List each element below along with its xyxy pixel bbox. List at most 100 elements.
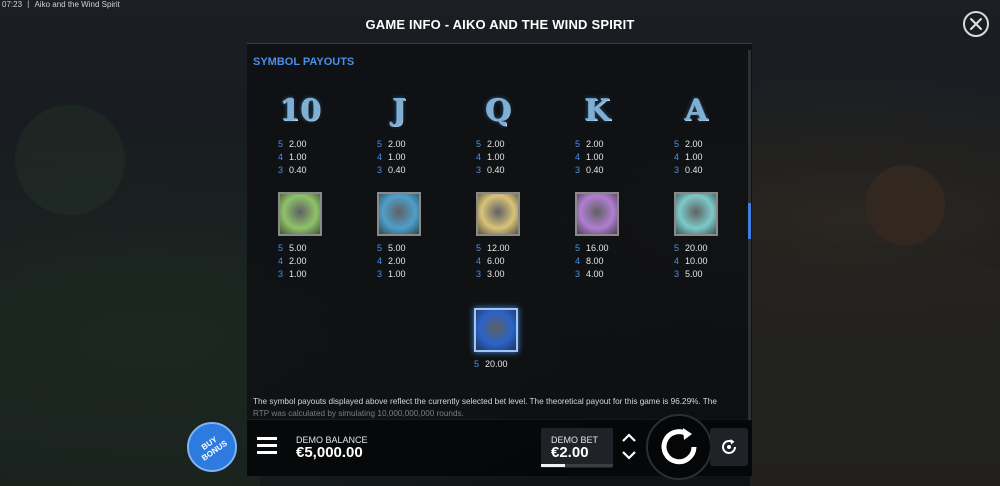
close-icon	[970, 18, 982, 30]
payout-value: 5.00	[289, 243, 307, 253]
symbol-bird: 5 20.00 4 10.00 3 5.00	[674, 192, 734, 281]
fox-icon	[476, 192, 520, 236]
payout-value: 4.00	[586, 269, 604, 279]
payout-count: 5	[377, 243, 383, 253]
payout-value: 20.00	[685, 243, 708, 253]
payout-row: 3 1.00	[278, 268, 338, 281]
payout-count: 4	[278, 152, 284, 162]
bet-value: €2.00	[551, 444, 589, 461]
payout-value: 1.00	[289, 152, 307, 162]
payout-count: 5	[476, 243, 482, 253]
payout-row: 5 5.00	[278, 242, 338, 255]
payout-list: 5 2.00 4 1.00 3 0.40	[575, 138, 635, 177]
payout-count: 4	[674, 256, 680, 266]
payout-list: 5 2.00 4 1.00 3 0.40	[674, 138, 734, 177]
payout-count: 5	[377, 139, 383, 149]
payout-row: 4 6.00	[476, 255, 536, 268]
payout-value: 1.00	[388, 152, 406, 162]
payout-count: 4	[377, 256, 383, 266]
symbol-wind-spirit: 5 20.00	[474, 308, 534, 371]
payout-value: 2.00	[685, 139, 703, 149]
payout-row: 4 1.00	[476, 151, 536, 164]
bet-decrease-button[interactable]	[619, 447, 639, 463]
payout-row: 5 20.00	[674, 242, 734, 255]
payout-value: 2.00	[289, 139, 307, 149]
payout-value: 1.00	[685, 152, 703, 162]
payout-value: 5.00	[685, 269, 703, 279]
payout-value: 12.00	[487, 243, 510, 253]
payout-count: 5	[575, 243, 581, 253]
payout-list: 5 16.00 4 8.00 3 4.00	[575, 242, 635, 281]
close-button[interactable]	[963, 11, 989, 37]
payout-row: 5 20.00	[474, 358, 534, 371]
payout-count: 4	[278, 256, 284, 266]
payout-row: 5 5.00	[377, 242, 437, 255]
symbol-letter: K	[583, 92, 611, 128]
payout-row: 5 16.00	[575, 242, 635, 255]
bet-level-fill	[541, 464, 565, 467]
autoplay-icon	[722, 439, 736, 454]
payout-value: 2.00	[388, 256, 406, 266]
payout-row: 5 12.00	[476, 242, 536, 255]
status-bar: 07:23 丨 Aiko and the Wind Spirit	[2, 0, 120, 9]
payout-count: 3	[377, 269, 383, 279]
payout-list: 5 20.00	[474, 358, 534, 371]
payout-count: 4	[674, 152, 680, 162]
section-title: SYMBOL PAYOUTS	[253, 56, 355, 68]
payout-value: 16.00	[586, 243, 609, 253]
balance-value: €5,000.00	[296, 444, 363, 461]
spin-button[interactable]	[646, 414, 712, 480]
symbol-K: K 5 2.00 4 1.00 3 0.40	[575, 88, 635, 177]
scrollbar-thumb[interactable]	[748, 203, 751, 239]
symbol-letter: 10	[279, 92, 321, 128]
payout-row: 4 2.00	[278, 255, 338, 268]
buy-bonus-label: BUY BONUS	[199, 434, 229, 463]
symbol-Q: Q 5 2.00 4 1.00 3 0.40	[476, 88, 536, 177]
bet-increase-button[interactable]	[619, 430, 639, 446]
payout-value: 6.00	[487, 256, 505, 266]
symbol-K-glyph: K	[575, 88, 619, 132]
autoplay-button[interactable]	[710, 428, 748, 466]
payout-value: 0.40	[388, 165, 406, 175]
payout-row: 5 2.00	[674, 138, 734, 151]
menu-icon	[257, 437, 277, 440]
payout-count: 5	[278, 243, 284, 253]
payout-count: 5	[476, 139, 482, 149]
payout-value: 0.40	[487, 165, 505, 175]
buy-bonus-button[interactable]: BUY BONUS	[187, 422, 237, 472]
payout-row: 5 2.00	[575, 138, 635, 151]
payout-count: 5	[575, 139, 581, 149]
payout-row: 4 1.00	[278, 151, 338, 164]
symbol-10: 10 5 2.00 4 1.00 3 0.40	[278, 88, 338, 177]
payout-count: 4	[476, 152, 482, 162]
payout-row: 5 2.00	[377, 138, 437, 151]
payout-count: 5	[278, 139, 284, 149]
payout-count: 3	[476, 165, 482, 175]
symbol-J: J 5 2.00 4 1.00 3 0.40	[377, 88, 437, 177]
payout-count: 4	[575, 152, 581, 162]
payout-count: 5	[474, 359, 480, 369]
payout-value: 2.00	[487, 139, 505, 149]
menu-button[interactable]	[257, 437, 277, 455]
payout-value: 5.00	[388, 243, 406, 253]
symbol-letter: J	[391, 92, 407, 128]
horn-icon	[278, 192, 322, 236]
note-line-2: RTP was calculated by simulating 10,000,…	[253, 409, 464, 418]
payout-count: 5	[674, 243, 680, 253]
chevron-up-icon	[622, 433, 636, 442]
payout-count: 4	[476, 256, 482, 266]
payout-row: 3 5.00	[674, 268, 734, 281]
payout-list: 5 2.00 4 1.00 3 0.40	[278, 138, 338, 177]
payout-list: 5 2.00 4 1.00 3 0.40	[377, 138, 437, 177]
note-line-1: The symbol payouts displayed above refle…	[253, 397, 717, 406]
payout-value: 1.00	[487, 152, 505, 162]
payout-count: 3	[278, 269, 284, 279]
symbol-fox: 5 12.00 4 6.00 3 3.00	[476, 192, 536, 281]
payout-row: 3 3.00	[476, 268, 536, 281]
aiko-icon	[575, 192, 619, 236]
bird-icon	[674, 192, 718, 236]
payout-count: 3	[476, 269, 482, 279]
payout-row: 4 1.00	[575, 151, 635, 164]
payout-value: 3.00	[487, 269, 505, 279]
payout-row: 4 1.00	[377, 151, 437, 164]
